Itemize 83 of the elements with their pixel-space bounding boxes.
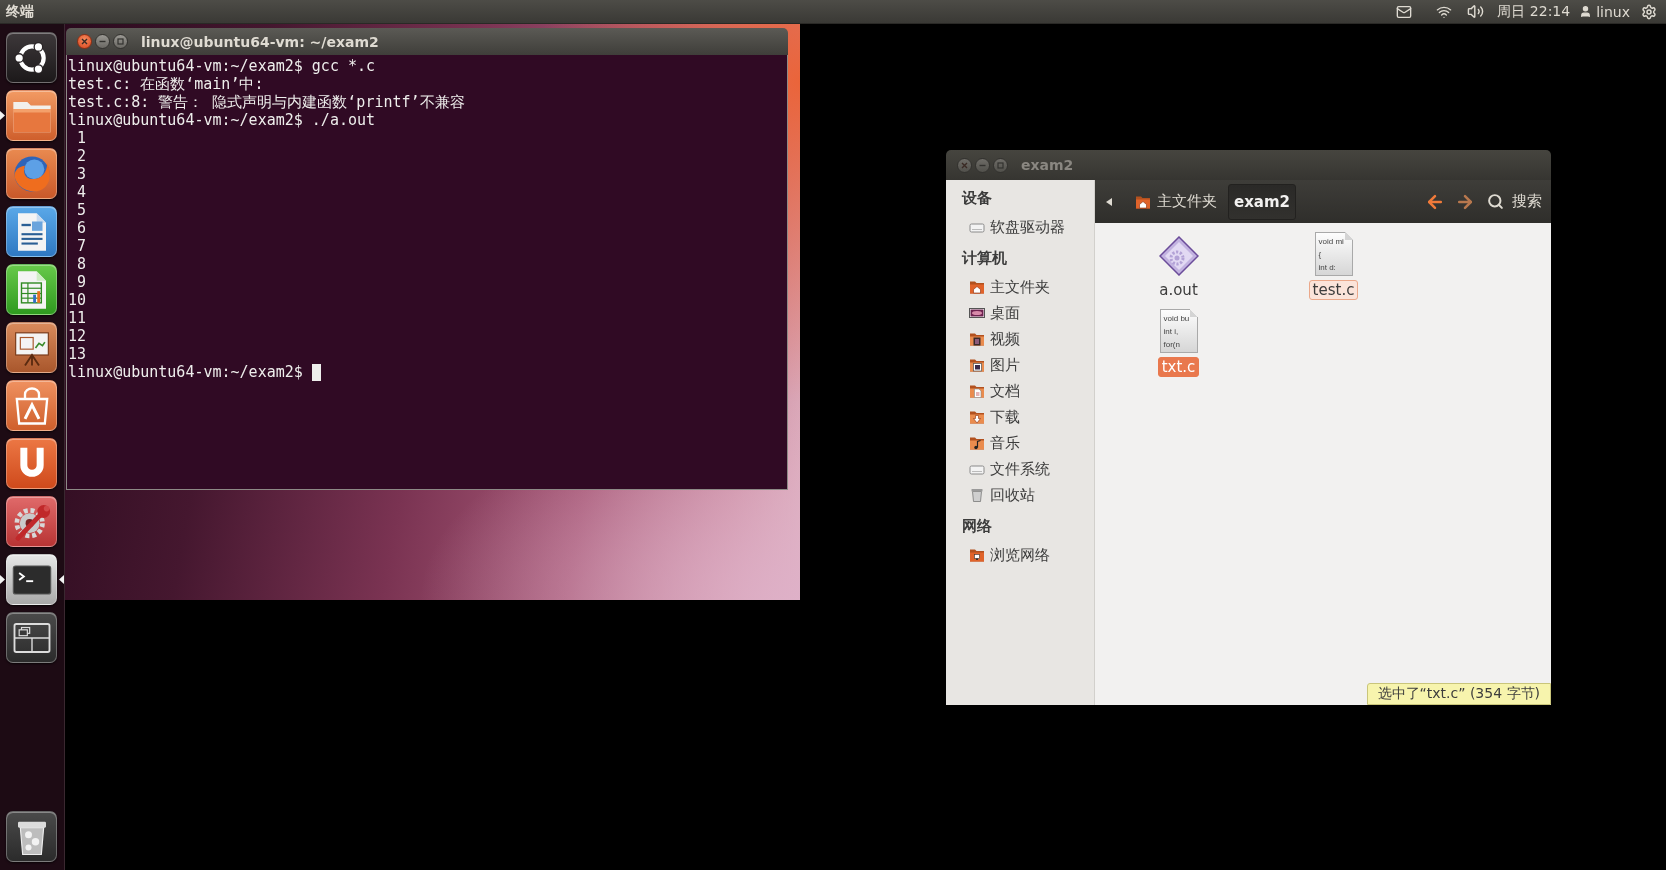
sidebar-item[interactable]: 视频: [946, 326, 1094, 352]
picture-folder-icon: [969, 357, 985, 373]
launcher-button[interactable]: [6, 206, 57, 257]
network-folder-icon: [969, 547, 985, 563]
terminal-line: 4: [76, 183, 87, 201]
sidebar-item[interactable]: 文件系统: [946, 456, 1094, 482]
volume-icon[interactable]: [1467, 3, 1485, 20]
scroll-left-icon[interactable]: [1106, 197, 1112, 206]
path-button[interactable]: 主文件夹: [1129, 183, 1223, 220]
sidebar-heading: 设备: [960, 188, 993, 209]
launcher-button[interactable]: [6, 811, 57, 862]
file-thumbnail[interactable]: void mi { int d:: [1314, 232, 1353, 276]
maximize-icon: [117, 38, 124, 45]
sidebar-item[interactable]: 图片: [946, 352, 1094, 378]
terminal-line: 5: [76, 201, 87, 219]
app-title: 终端: [6, 2, 34, 21]
terminal-line: 13: [68, 345, 87, 363]
terminal-line: test.c:8: 警告： 隐式声明与内建函数‘printf’不兼容: [68, 93, 465, 111]
document-folder-icon: [969, 383, 985, 399]
sidebar-item[interactable]: 音乐: [946, 430, 1094, 456]
terminal-line: linux@ubuntu64-vm:~/exam2$: [68, 363, 303, 381]
sidebar-heading: 计算机: [960, 248, 1008, 269]
minimize-button[interactable]: [95, 34, 110, 49]
terminal-line: 2: [76, 147, 87, 165]
image-icon: [969, 305, 985, 321]
terminal-line: 8: [76, 255, 87, 273]
music-folder-icon: [969, 435, 985, 451]
file-thumbnail[interactable]: void bu int i, for(n: [1159, 309, 1198, 353]
sidebar-item[interactable]: 软盘驱动器: [946, 214, 1094, 240]
maximize-icon: [997, 161, 1004, 169]
terminal-line: 6: [76, 219, 87, 237]
terminal-line: test.c: 在函数‘main’中:: [68, 75, 264, 93]
sidebar-item[interactable]: 下载: [946, 404, 1094, 430]
launcher-button[interactable]: [6, 496, 57, 547]
minimize-icon: [99, 38, 106, 45]
launcher-button[interactable]: [6, 322, 57, 373]
preview-text: void bu: [1163, 313, 1191, 325]
preview-text: void mi: [1318, 236, 1345, 248]
terminal-line: 12: [68, 327, 87, 345]
preview-text: int d:: [1318, 262, 1337, 274]
launcher-button[interactable]: [6, 32, 57, 83]
sidebar-item[interactable]: 浏览网络: [946, 542, 1094, 568]
launcher-button[interactable]: [6, 612, 57, 663]
settings-icon[interactable]: [1641, 3, 1657, 20]
film-folder-icon: [969, 331, 985, 347]
file-name[interactable]: test.c: [1308, 280, 1359, 300]
window-title: exam2: [1021, 157, 1074, 173]
user-name[interactable]: linux: [1596, 3, 1630, 20]
file-name[interactable]: a.out: [1155, 280, 1202, 300]
home-folder-icon: [969, 279, 985, 295]
terminal-line: linux@ubuntu64-vm:~/exam2$ gcc *.c: [68, 57, 376, 75]
terminal-line: 7: [76, 237, 87, 255]
terminal-line: 10: [68, 291, 87, 309]
sidebar-heading: 网络: [961, 516, 993, 537]
terminal-line: linux@ubuntu64-vm:~/exam2$ ./a.out: [68, 111, 376, 129]
mail-icon[interactable]: [1396, 3, 1413, 20]
path-button[interactable]: exam2: [1228, 183, 1297, 220]
sidebar-item[interactable]: 回收站: [946, 482, 1094, 508]
terminal-line: 11: [68, 309, 87, 327]
status-label: 选中了“txt.c” (354 字节): [1366, 683, 1551, 705]
user-icon[interactable]: [1579, 5, 1593, 18]
maximize-button[interactable]: [113, 34, 128, 49]
search-icon: [1487, 193, 1504, 210]
launcher-button[interactable]: [6, 554, 57, 605]
close-button[interactable]: [957, 157, 972, 173]
diamond-file-icon[interactable]: [1158, 236, 1199, 276]
trash-icon: [969, 487, 985, 503]
sidebar-item[interactable]: 主文件夹: [946, 274, 1094, 300]
download-folder-icon: [969, 409, 985, 425]
close-button[interactable]: [77, 34, 92, 49]
preview-text: int i,: [1163, 326, 1180, 338]
terminal-line: 3: [76, 165, 87, 183]
sidebar-item[interactable]: 文档: [946, 378, 1094, 404]
terminal-line: 9: [76, 273, 87, 291]
preview-text: for(n: [1163, 339, 1181, 351]
close-icon: [81, 38, 88, 45]
clock[interactable]: 周日 22:14: [1497, 2, 1571, 21]
terminal-line: 1: [76, 129, 87, 147]
window-title: linux@ubuntu64-vm: ~/exam2: [141, 33, 379, 50]
sidebar-item[interactable]: 桌面: [946, 300, 1094, 326]
search-button[interactable]: 搜索: [1487, 192, 1542, 211]
close-icon: [961, 161, 968, 169]
preview-text: {: [1318, 249, 1323, 261]
